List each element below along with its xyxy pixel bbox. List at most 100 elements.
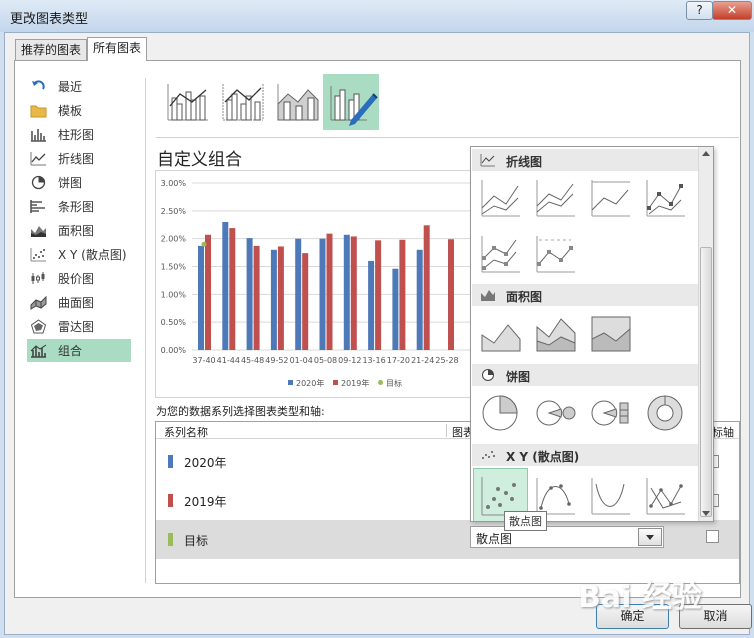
y-tick-label: 1.50% — [161, 263, 187, 272]
sidebar-item-label: 组合 — [58, 344, 83, 358]
stacked-line-option[interactable] — [533, 176, 577, 220]
100-stacked-line-option[interactable] — [588, 176, 632, 220]
bar-of-pie-icon — [591, 400, 629, 426]
tooltip: 散点图 — [504, 511, 547, 531]
title-bar: 更改图表类型 ? ✕ — [0, 0, 754, 32]
sidebar-item-radar[interactable]: 雷达图 — [27, 315, 131, 338]
chart-type-select[interactable]: 散点图 — [470, 526, 664, 548]
legend-label: 2020年 — [296, 378, 324, 388]
pie-option[interactable] — [478, 391, 522, 435]
line-chart-icon — [30, 152, 46, 166]
bar — [295, 238, 302, 350]
stacked-line-icon — [536, 180, 575, 217]
help-button[interactable]: ? — [686, 1, 713, 20]
close-button[interactable]: ✕ — [712, 1, 752, 20]
100-stacked-line-markers-option[interactable] — [533, 232, 577, 276]
series-name: 2019年 — [184, 495, 227, 509]
sidebar-item-label: 折线图 — [58, 152, 95, 166]
stacked-area-column-icon — [277, 84, 319, 121]
doughnut-option[interactable] — [643, 391, 687, 435]
radar-chart-icon — [30, 319, 47, 334]
header-series-name: 系列名称 — [164, 426, 208, 439]
sidebar-item-bar[interactable]: 条形图 — [27, 195, 131, 218]
line-markers-icon — [646, 180, 685, 217]
window-title: 更改图表类型 — [10, 12, 89, 27]
scatter-straight-markers-option[interactable] — [643, 474, 687, 518]
surface-chart-icon — [30, 295, 47, 310]
tab-all-charts[interactable]: 所有图表 — [87, 37, 148, 61]
scatter-chart-icon — [482, 451, 495, 459]
100-stacked-line-icon — [591, 180, 630, 217]
legend-swatch — [288, 380, 293, 385]
scroll-down-icon[interactable] — [702, 511, 710, 516]
stacked-area-column-option[interactable] — [270, 74, 326, 130]
sidebar-item-pie[interactable]: 饼图 — [27, 171, 131, 194]
pie-of-pie-option[interactable] — [533, 391, 577, 435]
x-tick-label: 01-04 — [290, 356, 313, 365]
sidebar-item-line[interactable]: 折线图 — [27, 147, 131, 170]
bar-of-pie-option[interactable] — [588, 391, 632, 435]
100-stacked-area-option[interactable] — [588, 311, 632, 355]
line-markers-option[interactable] — [643, 176, 687, 220]
legend-swatch — [378, 380, 383, 385]
scroll-thumb[interactable] — [700, 247, 712, 517]
x-tick-label: 05-08 — [314, 356, 337, 365]
dropdown-group-label: X Y (散点图) — [506, 450, 580, 464]
sidebar-item-stock[interactable]: 股价图 — [27, 267, 131, 290]
legend-label: 2019年 — [341, 378, 369, 388]
sidebar-item-scatter[interactable]: X Y (散点图) — [27, 243, 131, 266]
chevron-down-icon[interactable] — [638, 528, 662, 546]
sidebar-item-recent[interactable]: 最近 — [27, 75, 131, 98]
scatter-smooth-icon — [591, 478, 630, 515]
sidebar-item-label: 股价图 — [58, 272, 95, 286]
bar — [448, 239, 454, 350]
tab-recommended-charts[interactable]: 推荐的图表 — [15, 39, 88, 61]
sidebar-divider — [145, 78, 146, 583]
bar — [423, 225, 430, 350]
series-color-swatch — [168, 455, 173, 468]
legend-label: 目标 — [386, 378, 402, 388]
y-tick-label: 2.00% — [161, 235, 187, 244]
sidebar-item-label: X Y (散点图) — [58, 248, 127, 262]
series-name: 目标 — [184, 534, 209, 548]
area-option[interactable] — [478, 311, 522, 355]
bar — [416, 249, 423, 350]
area-chart-icon — [31, 226, 46, 237]
sidebar-item-label: 饼图 — [58, 176, 83, 190]
bar — [319, 238, 326, 350]
target-point — [201, 241, 207, 247]
sidebar-item-combo[interactable]: 组合 — [27, 339, 131, 362]
column-chart-icon — [31, 129, 46, 142]
sidebar-item-label: 面积图 — [58, 224, 95, 238]
sidebar-item-templates[interactable]: 模板 — [27, 99, 131, 122]
stacked-area-option[interactable] — [533, 311, 577, 355]
y-tick-label: 0.00% — [161, 346, 187, 355]
combo-chart-icon — [30, 344, 47, 358]
bar — [399, 239, 406, 350]
stacked-line-markers-option[interactable] — [478, 232, 522, 276]
pie-chart-icon — [482, 369, 494, 381]
secondary-axis-checkbox[interactable] — [706, 530, 719, 543]
sidebar-item-surface[interactable]: 曲面图 — [27, 291, 131, 314]
chart-type-select-value: 散点图 — [476, 532, 513, 546]
bar-chart-icon — [30, 200, 45, 213]
scroll-up-icon[interactable] — [702, 151, 710, 156]
recent-icon — [32, 80, 45, 90]
bar — [392, 268, 399, 350]
dropdown-group-label: 面积图 — [506, 290, 543, 304]
sidebar-item-area[interactable]: 面积图 — [27, 219, 131, 242]
sidebar-item-label: 雷达图 — [58, 320, 95, 334]
bar — [253, 245, 260, 350]
bar — [205, 234, 211, 350]
x-tick-label: 45-48 — [241, 356, 264, 365]
area-icon — [481, 324, 521, 352]
bar — [229, 228, 236, 350]
sidebar-item-column[interactable]: 柱形图 — [27, 123, 131, 146]
column-line-secondary-axis-option[interactable] — [215, 74, 271, 130]
dropdown-scrollbar[interactable] — [698, 147, 713, 521]
scatter-smooth-option[interactable] — [588, 474, 632, 518]
custom-combination-option[interactable] — [323, 74, 379, 130]
clustered-column-line-option[interactable] — [160, 74, 216, 130]
line-option[interactable] — [478, 176, 522, 220]
100-stacked-line-markers-icon — [536, 236, 575, 273]
